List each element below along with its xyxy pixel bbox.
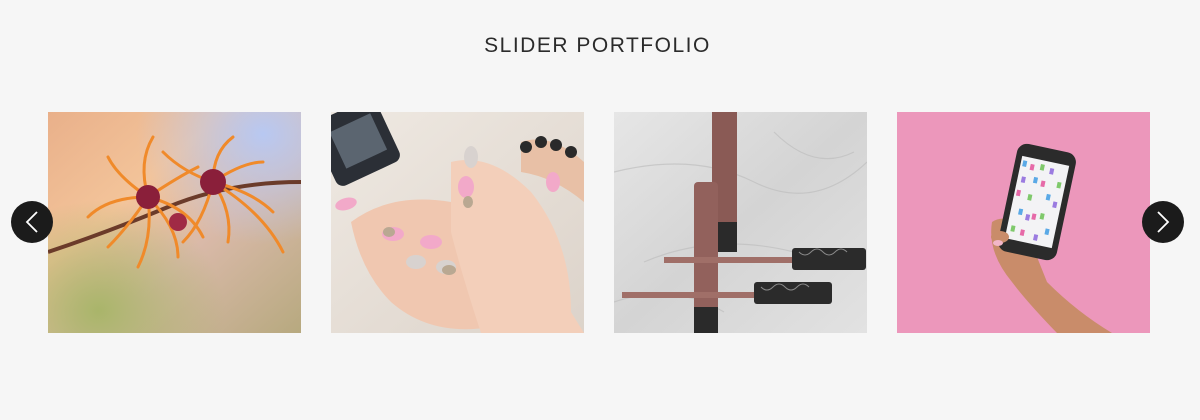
lipgloss-photo (614, 112, 867, 333)
slide-2[interactable] (331, 112, 584, 333)
slide-1[interactable] (48, 112, 301, 333)
slide-4[interactable] (897, 112, 1150, 333)
flower-photo (48, 112, 301, 333)
nails-photo (331, 112, 584, 333)
chevron-left-icon (25, 211, 38, 233)
phone-photo (897, 112, 1150, 333)
portfolio-section: SLIDER PORTFOLIO (0, 0, 1200, 420)
slider-next-button[interactable] (1142, 201, 1184, 243)
slider-prev-button[interactable] (11, 201, 53, 243)
chevron-right-icon (1157, 211, 1170, 233)
slide-3[interactable] (614, 112, 867, 333)
section-title: SLIDER PORTFOLIO (484, 34, 711, 57)
